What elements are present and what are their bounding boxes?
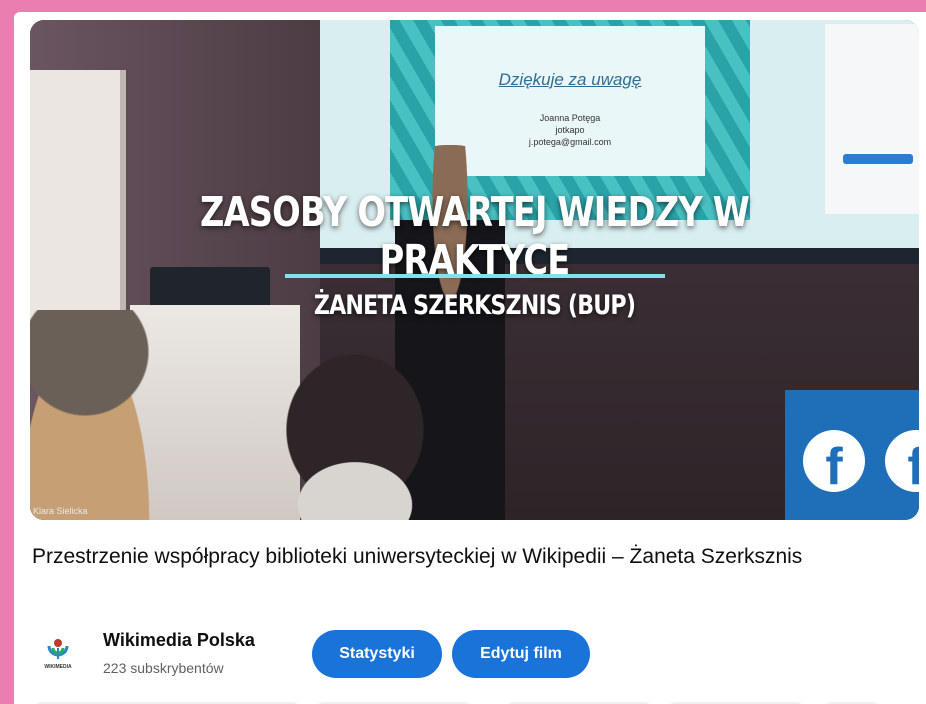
edit-video-button[interactable]: Edytuj film: [452, 630, 590, 678]
channel-name[interactable]: Wikimedia Polska: [103, 630, 255, 651]
wikimedia-logo-icon: [47, 639, 69, 659]
video-credit: Klara Sielicka: [33, 506, 88, 516]
facebook-icon: f: [885, 430, 919, 492]
slide-line: Joanna Potęga: [539, 113, 601, 123]
overlay-divider: [285, 274, 665, 278]
scene-audience: [30, 310, 160, 520]
video-overlay-subtitle: ŻANETA SZERKSZNIS (BUP): [313, 290, 636, 321]
channel-avatar[interactable]: WIKIMEDIA: [36, 634, 80, 678]
slide-line: jotkapo: [555, 125, 585, 135]
video-overlay-title: ZASOBY OTWARTEJ WIEDZY W PRAKTYCE: [200, 188, 750, 284]
facebook-icon: f: [803, 430, 865, 492]
facebook-cube: f f: [785, 390, 919, 520]
video-title: Przestrzenie współpracy biblioteki uniwe…: [32, 545, 803, 568]
slide-side-panel: [825, 24, 919, 214]
video-player[interactable]: Dziękuje za uwagę Joanna Potęga jotkapo …: [30, 20, 919, 520]
watch-page: Dziękuje za uwagę Joanna Potęga jotkapo …: [14, 12, 926, 704]
statistics-button[interactable]: Statystyki: [312, 630, 442, 678]
slide-line: j.potega@gmail.com: [528, 137, 612, 147]
scene-audience: [275, 445, 435, 520]
logo-wordmark: WIKIMEDIA: [44, 664, 72, 670]
slide-title: Dziękuje za uwagę: [498, 70, 642, 89]
subscriber-count: 223 subskrybentów: [103, 660, 224, 676]
